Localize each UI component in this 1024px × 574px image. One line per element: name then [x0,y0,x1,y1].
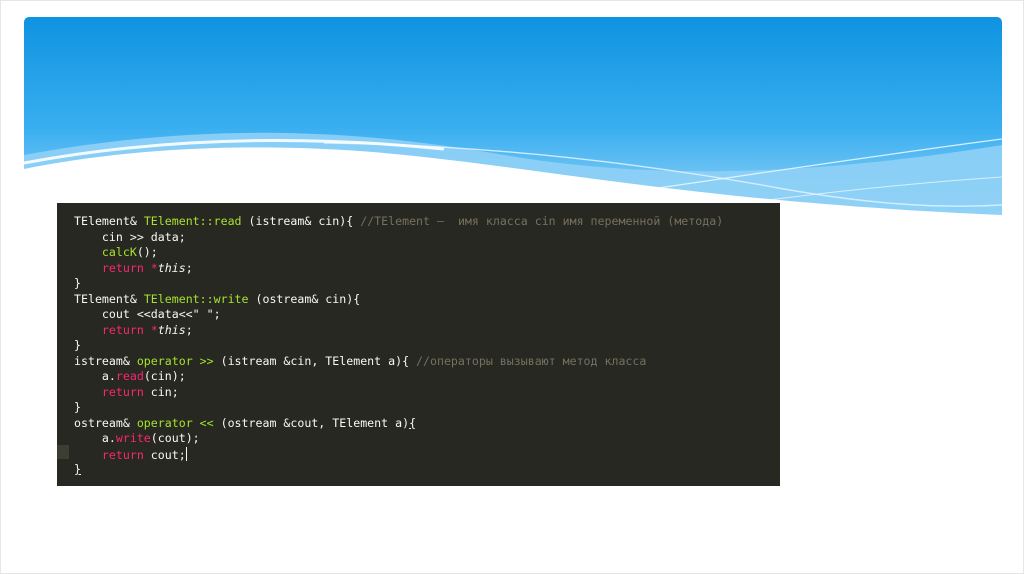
code-token: write [115,431,151,445]
code-token: read [115,369,144,383]
code-token: } [74,338,81,352]
code-line: cin >> data; [74,230,723,246]
code-line: TElement& TElement::read (istream& cin){… [74,214,723,230]
text-cursor [185,446,187,461]
code-token: ostream& [74,415,137,430]
code-token: operator << [136,415,214,430]
code-token: this [157,260,186,275]
code-token: TElement::write [143,291,249,306]
code-token: a. [74,431,116,445]
code-token: ; [185,322,193,337]
code-token: return [101,384,144,399]
code-token: this [157,322,186,337]
code-line: TElement& TElement::write (ostream& cin)… [74,292,723,308]
code-line: return cout; [74,446,723,463]
code-token: cin; [143,384,179,399]
code-line: istream& operator >> (istream &cin, TEle… [74,354,723,370]
code-line: } [74,276,723,292]
code-token: ; [185,260,193,275]
code-token: operator >> [136,353,214,368]
code-token: //TElement – имя класса cin имя переменн… [360,214,724,228]
code-token: (istream& cin){ [241,214,361,228]
code-token: return [101,447,144,462]
code-token: (ostream& cin){ [248,291,361,306]
code-token: TElement::read [143,214,242,228]
code-token: { [409,415,417,430]
code-line: a.read(cin); [74,369,723,385]
gutter-marker [57,445,69,459]
code-token: //операторы вызывают метод класса [416,353,647,368]
code-line: return *this; [74,323,723,339]
code-token: (istream &cin, TElement a){ [213,353,417,368]
code-line: } [74,338,723,354]
code-line: ostream& operator << (ostream &cout, TEl… [74,416,723,432]
code-line: return *this; [74,261,723,277]
code-editor[interactable]: TElement& TElement::read (istream& cin){… [57,203,780,486]
code-line: } [74,400,723,416]
code-text[interactable]: TElement& TElement::read (istream& cin){… [74,214,723,478]
code-line: return cin; [74,385,723,401]
code-token: istream& [74,353,137,368]
code-token: return [101,322,144,337]
code-token: return [101,260,144,275]
code-token: } [74,276,81,290]
code-token: (cout); [150,431,200,445]
code-token: (ostream &cout, TElement a) [213,415,410,430]
code-line: calcK(); [74,245,723,261]
code-token: cout <<data<<" "; [74,307,221,321]
code-token: * [150,322,158,337]
wave-graphic [24,17,1002,217]
code-token: * [150,260,158,275]
code-token: cin >> data; [74,229,186,244]
code-token: } [74,462,81,476]
code-line: a.write(cout); [74,431,723,447]
code-token: TElement& [74,214,144,228]
wave-banner [24,17,1002,217]
code-line: } [74,462,723,478]
code-line: cout <<data<<" "; [74,307,723,323]
code-token: TElement& [74,291,144,306]
code-token: calcK [101,245,137,259]
code-token: (cin); [143,369,186,383]
slide: TElement& TElement::read (istream& cin){… [0,0,1024,574]
code-token: (); [136,245,158,259]
code-token: } [74,400,81,414]
code-token: cout; [143,447,186,462]
code-token: a. [74,369,116,383]
